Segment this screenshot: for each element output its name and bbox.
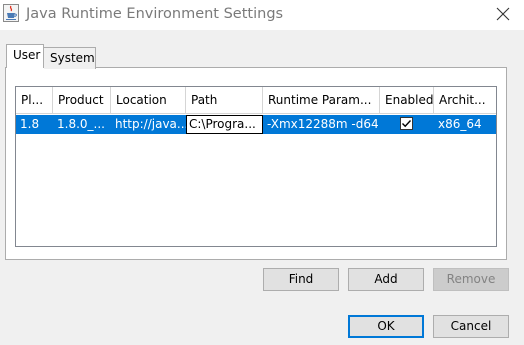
table-row[interactable]: 1.8 1.8.0_... http://java.... C:\Progra.… xyxy=(16,115,496,134)
cell-architecture[interactable]: x86_64 xyxy=(434,115,496,134)
java-cup-icon xyxy=(3,4,19,22)
find-button[interactable]: Find xyxy=(263,268,339,291)
cell-path[interactable]: C:\Progra... xyxy=(186,115,263,134)
column-header-path[interactable]: Path xyxy=(186,87,263,114)
window-title: Java Runtime Environment Settings xyxy=(26,6,284,22)
close-button[interactable] xyxy=(486,0,520,30)
remove-button[interactable]: Remove xyxy=(433,268,509,291)
close-icon xyxy=(496,7,510,21)
jre-table[interactable]: Pl... Product Location Path Runtime Para… xyxy=(15,86,497,247)
column-header-enabled[interactable]: Enabled xyxy=(380,87,434,114)
cell-runtime-params[interactable]: -Xmx12288m -d64 xyxy=(263,115,380,134)
title-bar: Java Runtime Environment Settings xyxy=(0,0,524,30)
ok-button[interactable]: OK xyxy=(348,315,424,338)
tab-user[interactable]: User xyxy=(6,44,44,68)
enabled-checkbox[interactable] xyxy=(400,117,413,130)
column-header-product[interactable]: Product xyxy=(53,87,111,114)
dialog-body: User System Pl... Product Location Path … xyxy=(0,30,524,345)
column-header-architecture[interactable]: Archit... xyxy=(434,87,496,114)
cell-product[interactable]: 1.8.0_... xyxy=(53,115,111,134)
cell-location[interactable]: http://java.... xyxy=(111,115,186,134)
tab-system[interactable]: System xyxy=(44,47,96,69)
cell-enabled[interactable] xyxy=(380,115,434,134)
checkmark-icon xyxy=(402,120,412,128)
cell-platform[interactable]: 1.8 xyxy=(16,115,53,134)
cancel-button[interactable]: Cancel xyxy=(433,315,509,338)
table-header: Pl... Product Location Path Runtime Para… xyxy=(16,87,496,114)
column-header-runtime-parameters[interactable]: Runtime Param... xyxy=(263,87,380,114)
add-button[interactable]: Add xyxy=(348,268,424,291)
column-header-location[interactable]: Location xyxy=(111,87,186,114)
column-header-platform[interactable]: Pl... xyxy=(16,87,53,114)
